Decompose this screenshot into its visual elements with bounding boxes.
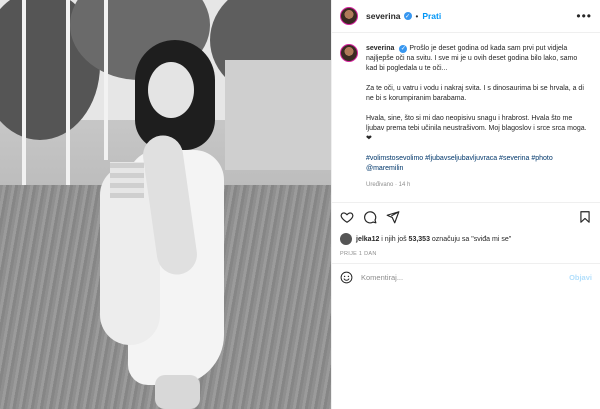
avatar[interactable] (340, 44, 358, 62)
caption-paragraph-2: Za te oči, u vatru i vodu i nakraj svita… (366, 85, 584, 102)
photo-pole (66, 0, 70, 190)
paper-plane-icon[interactable] (386, 210, 400, 224)
photo-woman-face (148, 62, 194, 118)
photo-building (225, 60, 331, 170)
caption-text: severina ✓ Prošlo je deset godina od kad… (366, 44, 588, 190)
liker-username[interactable]: jelka12 (356, 236, 379, 243)
separator-dot: • (415, 11, 419, 21)
post-date: PRIJE 1 DAN (340, 251, 377, 257)
likes-middle-text: i njih još (379, 235, 409, 243)
likes-suffix-text: označuju sa "sviđa mi se" (429, 235, 512, 243)
likes-count[interactable]: 53,353 (409, 236, 430, 243)
caption-paragraph-1: Prošlo je deset godina od kada sam prvi … (366, 45, 578, 72)
photo-blurred-face (110, 162, 144, 198)
bookmark-icon[interactable] (578, 210, 592, 224)
post-comment-button[interactable]: Objavi (569, 273, 592, 282)
more-options-icon[interactable]: ••• (576, 9, 592, 23)
caption-area: severina ✓ Prošlo je deset godina od kad… (332, 34, 600, 199)
verified-badge-icon: ✓ (399, 45, 408, 53)
emoji-icon[interactable] (340, 271, 353, 284)
header-username[interactable]: severina (366, 11, 401, 21)
photo-pole (22, 0, 26, 190)
post-side-panel: severina ✓ • Prati ••• severina ✓ Prošlo… (331, 0, 600, 409)
avatar[interactable] (340, 7, 358, 25)
photo-woman-legs (155, 375, 200, 409)
heart-icon[interactable] (340, 210, 354, 224)
likes-row: jelka12 i njih još 53,353 označuju sa "s… (340, 233, 592, 245)
comment-icon[interactable] (363, 210, 377, 224)
comment-input[interactable] (361, 273, 570, 282)
caption-hashtags[interactable]: #volimstosevolimo #ljubavseljubavljuvrac… (366, 154, 588, 174)
photo-pole (104, 0, 108, 160)
follow-button[interactable]: Prati (422, 11, 441, 21)
comment-bar: Objavi (332, 263, 600, 291)
verified-badge-icon: ✓ (403, 12, 412, 20)
caption-row: severina ✓ Prošlo je deset godina od kad… (340, 44, 592, 190)
post-actions: jelka12 i njih još 53,353 označuju sa "s… (332, 202, 600, 262)
liker-avatar[interactable] (340, 233, 352, 245)
post-photo[interactable] (0, 0, 331, 409)
caption-username[interactable]: severina (366, 45, 394, 52)
post-header: severina ✓ • Prati ••• (332, 0, 600, 33)
edited-timestamp: Uređivano · 14 h (366, 182, 411, 188)
caption-paragraph-3: Hvala, sine, što si mi dao neopisivu sna… (366, 115, 587, 142)
action-icons (340, 209, 592, 225)
